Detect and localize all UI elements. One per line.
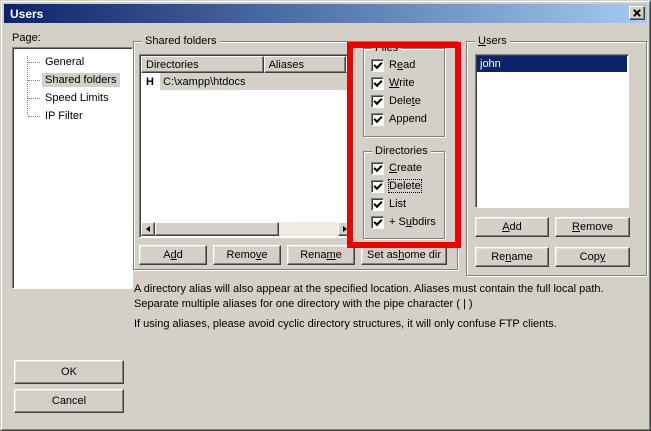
horizontal-scrollbar[interactable] — [141, 222, 352, 236]
remove-folder-button[interactable]: Remove — [213, 245, 281, 265]
title-bar: Users — [4, 4, 647, 23]
col-header-directories[interactable]: Directories — [141, 56, 264, 73]
home-flag: H — [141, 73, 160, 90]
tree-item-label: Shared folders — [42, 73, 120, 87]
rename-user-button[interactable]: Rename — [475, 247, 549, 267]
users-list[interactable]: john — [475, 54, 629, 208]
set-home-dir-button[interactable]: Set as home dir — [361, 245, 447, 265]
alias-note-text: A directory alias will also appear at th… — [134, 282, 636, 312]
annotation-rectangle — [347, 42, 461, 248]
directories-listview[interactable]: Directories Aliases H C:\xampp\htdocs — [139, 54, 354, 238]
user-name: john — [480, 58, 501, 70]
col-header-aliases[interactable]: Aliases — [264, 56, 346, 73]
close-icon — [630, 7, 644, 19]
scroll-thumb[interactable] — [155, 222, 279, 236]
tree-item-label: General — [42, 55, 87, 69]
rename-folder-button[interactable]: Rename — [287, 245, 355, 265]
copy-user-button[interactable]: Copy — [555, 247, 630, 267]
sidebar-item-general[interactable]: General — [13, 53, 132, 71]
add-user-button[interactable]: Add — [475, 217, 549, 237]
list-item-user[interactable]: john — [477, 56, 627, 72]
remove-user-button[interactable]: Remove — [555, 217, 630, 237]
ok-button[interactable]: OK — [14, 360, 124, 384]
sidebar-item-shared-folders[interactable]: Shared folders — [13, 71, 132, 89]
cancel-button[interactable]: Cancel — [14, 389, 124, 413]
directory-cell[interactable]: C:\xampp\htdocs — [160, 73, 352, 90]
shared-folders-legend: Shared folders — [142, 35, 220, 48]
page-label: Page: — [12, 32, 41, 44]
scroll-left-button[interactable] — [141, 222, 155, 236]
cyclic-note-text: If using aliases, please avoid cyclic di… — [134, 317, 636, 332]
table-row[interactable]: H C:\xampp\htdocs — [141, 73, 352, 90]
arrow-left-icon — [143, 226, 150, 232]
add-folder-button[interactable]: Add — [139, 245, 207, 265]
close-button[interactable] — [629, 6, 645, 20]
tree-item-label: IP Filter — [42, 109, 86, 123]
description-text: A directory alias will also appear at th… — [134, 282, 636, 332]
sidebar-item-ip-filter[interactable]: IP Filter — [13, 107, 132, 125]
tree-item-label: Speed Limits — [42, 91, 112, 105]
users-legend: Users — [475, 35, 510, 48]
users-dialog: Users Page: General Shared folders Speed… — [0, 0, 651, 431]
window-title: Users — [10, 7, 43, 21]
page-tree[interactable]: General Shared folders Speed Limits IP F… — [12, 47, 133, 289]
sidebar-item-speed-limits[interactable]: Speed Limits — [13, 89, 132, 107]
listview-header: Directories Aliases — [141, 56, 352, 73]
